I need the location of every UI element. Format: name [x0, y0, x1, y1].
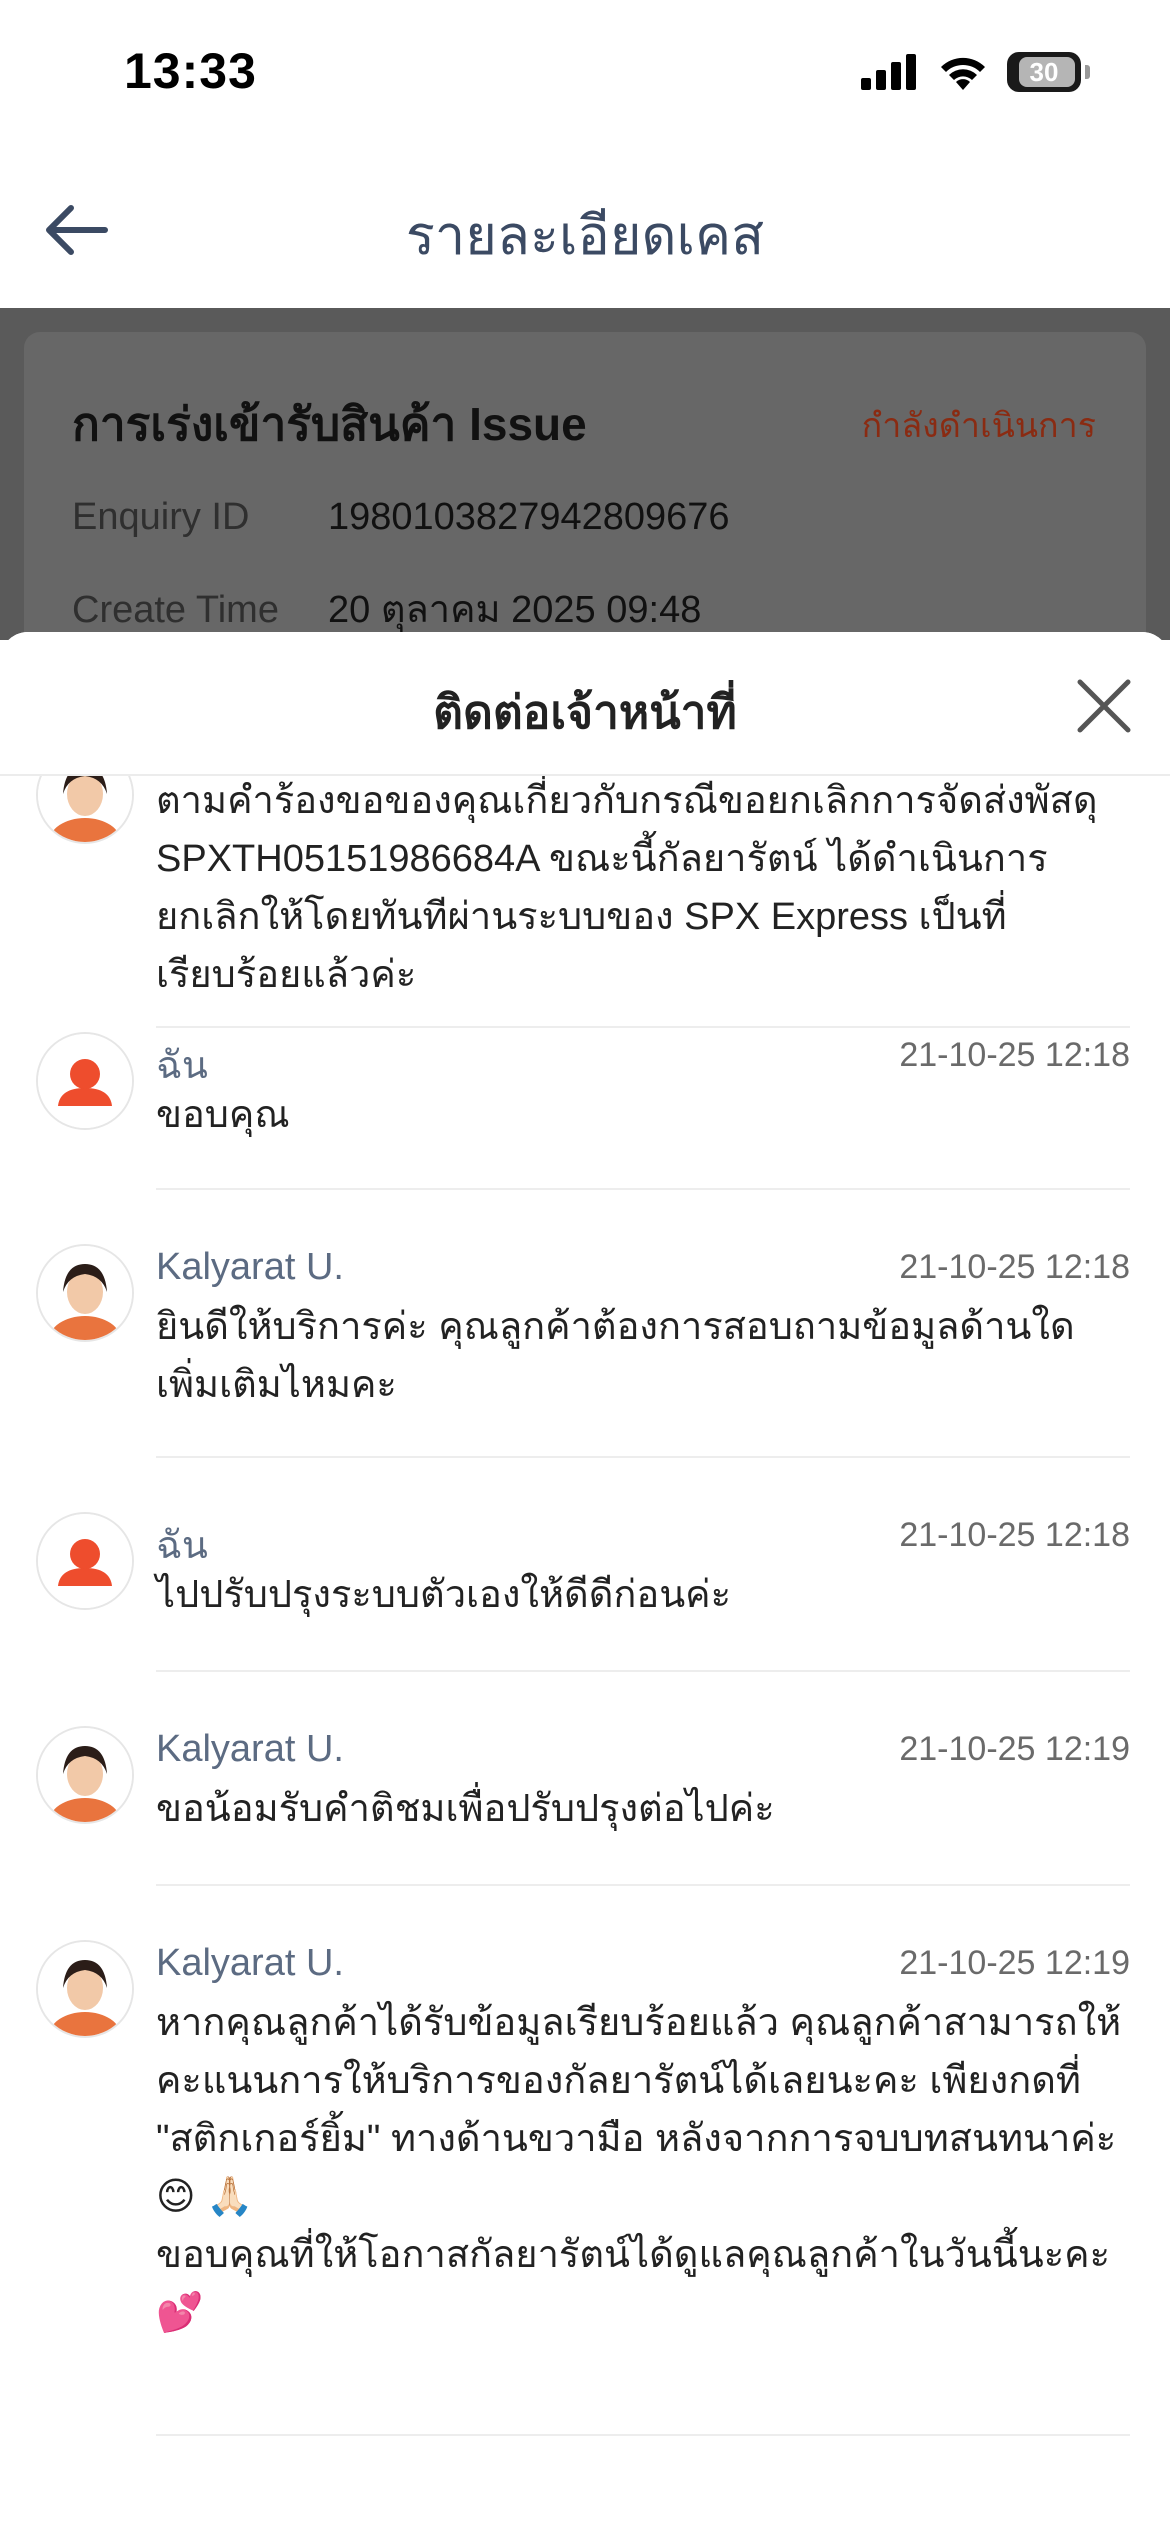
message-sender: Kalyarat U. — [156, 1728, 344, 1770]
status-time: 13:33 — [124, 43, 257, 99]
battery-icon: 30 — [1007, 52, 1081, 92]
enquiry-value: 1980103827942809676 — [328, 496, 730, 538]
cellular-signal-icon — [861, 54, 916, 90]
message-text: ตามคำร้องขอของคุณเกี่ยวกับกรณีขอยกเลิกกา… — [156, 780, 1098, 996]
message-sender: Kalyarat U. — [156, 1246, 344, 1288]
message-text: ขอบคุณ — [156, 1094, 290, 1136]
message-sender: Kalyarat U. — [156, 1942, 344, 1984]
user-avatar — [36, 1512, 134, 1610]
message-time: 21-10-25 12:18 — [899, 1036, 1130, 1074]
nav-bar: รายละเอียดเคส — [0, 150, 1170, 308]
message-divider — [156, 1456, 1130, 1458]
message-divider — [156, 1670, 1130, 1672]
message-time: 21-10-25 12:19 — [899, 1730, 1130, 1768]
wifi-icon — [941, 57, 985, 90]
sheet-title: ติดต่อเจ้าหน้าที่ — [433, 686, 737, 738]
contact-agent-sheet: ติดต่อเจ้าหน้าที่ ตามคำร้องขอของคุณเกี่ย… — [0, 632, 1170, 2532]
message-divider — [156, 2434, 1130, 2436]
message-text: ไปปรับปรุงระบบตัวเองให้ดีดีก่อนค่ะ — [156, 1574, 732, 1616]
message-text: หากคุณลูกค้าได้รับข้อมูลเรียบร้อยแล้ว คุ… — [156, 2002, 1122, 2334]
sheet-header: ติดต่อเจ้าหน้าที่ — [0, 632, 1170, 776]
message-time: 21-10-25 12:18 — [899, 1516, 1130, 1554]
message-divider — [156, 1026, 1130, 1028]
message-text: ยินดีให้บริการค่ะ คุณลูกค้าต้องการสอบถาม… — [156, 1306, 1075, 1406]
status-icons: 30 — [859, 52, 1090, 92]
battery-level: 30 — [1029, 56, 1059, 87]
message-divider — [156, 1884, 1130, 1886]
message-divider — [156, 1188, 1130, 1190]
case-card-content: การเร่งเข้ารับสินค้า Issue กำลังดำเนินกา… — [0, 308, 1170, 640]
agent-avatar — [36, 1726, 134, 1824]
agent-avatar — [36, 1244, 134, 1342]
case-title: การเร่งเข้ารับสินค้า Issue — [72, 398, 587, 450]
message-time: 21-10-25 12:19 — [899, 1944, 1130, 1982]
agent-avatar — [36, 1940, 134, 2038]
create-time-value: 20 ตุลาคม 2025 09:48 — [328, 589, 702, 631]
case-status: กำลังดำเนินการ — [861, 407, 1096, 445]
user-avatar — [36, 1032, 134, 1130]
page-title: รายละเอียดเคส — [405, 206, 765, 266]
message-text: ขอน้อมรับคำติชมเพื่อปรับปรุงต่อไปค่ะ — [156, 1788, 775, 1830]
status-bar: 13:33 30 — [0, 0, 1170, 150]
enquiry-row: Enquiry ID 1980103827942809676 — [72, 496, 730, 539]
enquiry-label: Enquiry ID — [72, 496, 250, 538]
create-time-row: Create Time 20 ตุลาคม 2025 09:48 — [72, 578, 701, 639]
message-time: 21-10-25 12:18 — [899, 1248, 1130, 1286]
close-icon[interactable] — [1072, 674, 1136, 738]
create-time-label: Create Time — [72, 589, 279, 631]
